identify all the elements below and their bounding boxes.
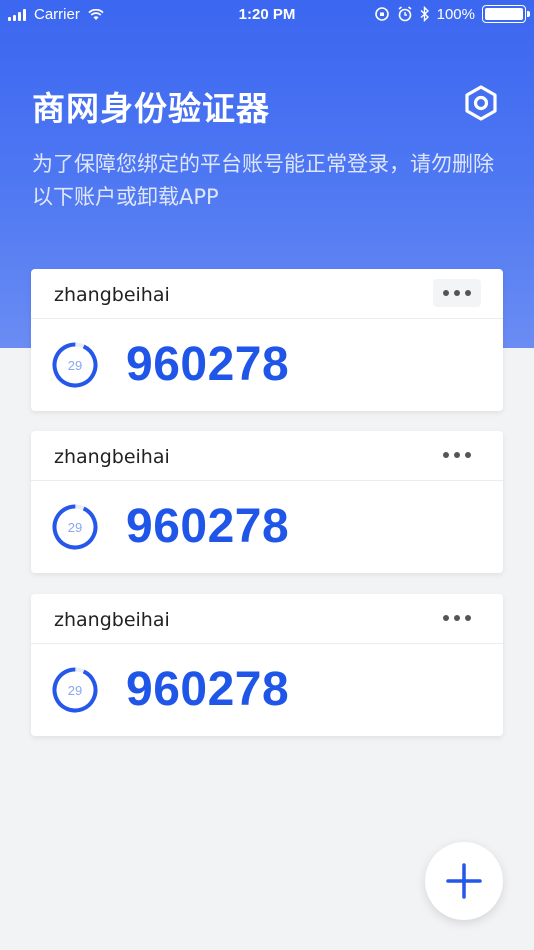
countdown-seconds: 29	[67, 682, 83, 698]
bluetooth-icon	[420, 6, 429, 22]
countdown-seconds: 29	[67, 519, 83, 535]
account-name: zhangbeihai	[54, 446, 170, 468]
more-button[interactable]	[433, 604, 481, 632]
account-name: zhangbeihai	[54, 284, 170, 306]
otp-code[interactable]: 960278	[126, 662, 289, 717]
account-card: zhangbeihai 29 960278	[31, 594, 503, 736]
more-dots-icon	[443, 615, 449, 621]
status-bar: Carrier 1:20 PM 100%	[0, 0, 534, 30]
account-name: zhangbeihai	[54, 609, 170, 631]
more-button[interactable]	[433, 441, 481, 469]
countdown-ring: 29	[51, 503, 99, 551]
countdown-ring: 29	[51, 666, 99, 714]
account-card: zhangbeihai 29 960278	[31, 269, 503, 411]
otp-code[interactable]: 960278	[126, 499, 289, 554]
add-account-button[interactable]	[425, 842, 503, 920]
battery-icon	[482, 5, 530, 23]
more-button[interactable]	[433, 279, 481, 307]
more-dots-icon	[443, 290, 449, 296]
otp-code[interactable]: 960278	[126, 337, 289, 392]
countdown-ring: 29	[51, 341, 99, 389]
rotation-lock-icon	[374, 7, 389, 21]
plus-icon	[446, 863, 482, 899]
countdown-seconds: 29	[67, 357, 83, 373]
alarm-icon	[398, 6, 412, 22]
more-dots-icon	[443, 452, 449, 458]
warning-text: 为了保障您绑定的平台账号能正常登录，请勿删除以下账户或卸载APP	[32, 152, 494, 209]
battery-percent: 100%	[436, 5, 475, 23]
page-title: 商网身份验证器	[32, 89, 270, 128]
account-card: zhangbeihai 29 960278	[31, 431, 503, 573]
settings-hexagon-icon[interactable]	[462, 84, 500, 122]
